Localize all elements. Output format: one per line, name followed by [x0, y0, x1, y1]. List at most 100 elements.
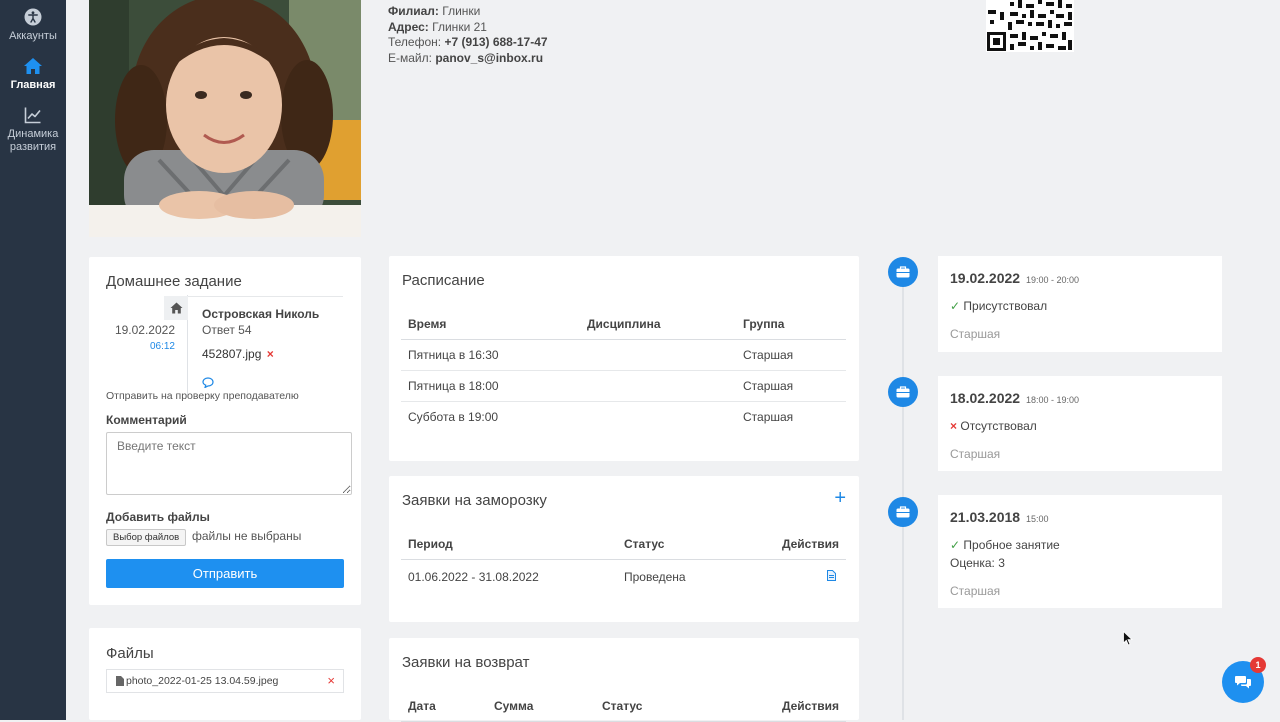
column-header: Действия [703, 691, 846, 722]
choose-files-button[interactable]: Выбор файлов [106, 529, 187, 546]
file-icon [116, 676, 124, 686]
timeline-card: 21.03.2018 15:00 ✓ Пробное занятие Оценк… [938, 495, 1222, 608]
homework-time: 06:12 [149, 341, 175, 352]
cell-discipline [580, 402, 736, 433]
homework-card: Домашнее задание 19.02.2022 06:12 Остров… [89, 257, 361, 605]
status-text: Пробное занятие [963, 538, 1060, 552]
accessibility-icon [24, 8, 42, 26]
chat-icon [1235, 676, 1251, 689]
status-text: Отсутствовал [960, 419, 1037, 433]
chart-line-icon [24, 107, 41, 124]
cell-time: Пятница в 18:00 [401, 370, 580, 402]
homework-date: 19.02.2022 [114, 323, 175, 337]
briefcase-icon [888, 497, 918, 527]
document-icon[interactable] [827, 570, 836, 581]
cell-period: 01.06.2022 - 31.08.2022 [408, 570, 539, 584]
table-row: Пятница в 18:00 Старшая [401, 370, 846, 402]
profile-info: Филиал: Глинки Адрес: Глинки 21 Телефон:… [388, 4, 548, 66]
schedule-card: Расписание Время Дисциплина Группа Пятни… [389, 256, 859, 461]
profile-photo [89, 0, 361, 237]
comment-textarea[interactable] [106, 432, 352, 495]
comment-label: Комментарий [106, 413, 187, 427]
timeline-card: 18.02.2022 18:00 - 19:00 × Отсутствовал … [938, 376, 1222, 471]
freeze-title: Заявки на заморозку [402, 492, 547, 509]
cell-time: Суббота в 19:00 [408, 410, 499, 424]
cell-group: Старшая [736, 339, 846, 371]
table-row: Суббота в 19:00 Старшая [401, 402, 846, 433]
schedule-table: Время Дисциплина Группа Пятница в 16:30 … [401, 309, 846, 432]
sidebar-item-home[interactable]: Главная [0, 57, 66, 92]
file-item: photo_2022-01-25 13.04.59.jpeg × [106, 669, 344, 693]
check-icon: ✓ [950, 299, 961, 313]
sidebar-item-dynamics[interactable]: Динамика развития [0, 106, 66, 154]
lesson-time: 18:00 - 19:00 [1025, 395, 1080, 405]
table-row: Пятница в 16:30 Старшая [401, 339, 846, 371]
column-header: Статус [595, 691, 704, 722]
sidebar-item-label: Главная [10, 79, 56, 91]
sidebar-item-label: Динамика развития [7, 128, 59, 153]
table-row: 01.06.2022 - 31.08.2022 Проведена [401, 560, 846, 595]
mouse-cursor-icon [1123, 631, 1133, 646]
submit-button[interactable]: Отправить [106, 559, 344, 588]
comment-icon[interactable] [202, 377, 214, 388]
phone-row: Телефон: +7 (913) 688-17-47 [388, 35, 548, 49]
attached-file: 452807.jpg × [202, 347, 274, 361]
homework-datetime: 19.02.2022 06:12 [89, 323, 175, 352]
column-header: Дата [401, 691, 487, 722]
address-row: Адрес: Глинки 21 [388, 19, 487, 34]
cell-group: Старшая [743, 410, 794, 424]
freeze-table: Период Статус Действия 01.06.2022 - 31.0… [401, 529, 846, 594]
branch-value: Глинки [442, 4, 481, 18]
lesson-grade: Оценка: 3 [950, 556, 1005, 570]
briefcase-icon [888, 257, 918, 287]
lesson-status: ✓ Пробное занятие [950, 538, 1060, 552]
files-title: Файлы [106, 645, 154, 662]
refund-card: Заявки на возврат Дата Сумма Статус Дейс… [389, 638, 859, 722]
file-name[interactable]: photo_2022-01-25 13.04.59.jpeg [126, 675, 278, 687]
freeze-card: Заявки на заморозку + Период Статус Дейс… [389, 476, 859, 622]
files-card: Файлы photo_2022-01-25 13.04.59.jpeg × [89, 628, 361, 720]
homework-author: Островская Николь [202, 307, 320, 321]
column-header: Действия [735, 529, 846, 560]
column-header: Статус [617, 529, 736, 560]
lesson-time: 15:00 [1025, 514, 1049, 524]
address-value: Глинки 21 [432, 19, 487, 34]
cell-discipline [580, 339, 736, 371]
timeline-card: 19.02.2022 19:00 - 20:00 ✓ Присутствовал… [938, 256, 1222, 352]
refund-title: Заявки на возврат [402, 654, 530, 671]
chat-badge: 1 [1250, 657, 1266, 673]
column-header: Группа [736, 309, 846, 340]
no-files-text: файлы не выбраны [192, 529, 302, 543]
column-header: Время [401, 309, 580, 340]
add-freeze-button[interactable]: + [834, 488, 846, 508]
remove-file-icon[interactable]: × [327, 673, 335, 688]
column-header: Период [401, 529, 617, 560]
status-text: Присутствовал [963, 299, 1048, 313]
email-value: panov_s@inbox.ru [435, 50, 544, 65]
attached-file-name[interactable]: 452807.jpg [202, 347, 261, 361]
column-header: Дисциплина [580, 309, 736, 340]
lesson-group: Старшая [950, 447, 1001, 461]
add-files-label: Добавить файлы [106, 510, 210, 524]
phone-value: +7 (913) 688-17-47 [444, 35, 548, 49]
homework-title: Домашнее задание [106, 273, 242, 290]
qr-code [986, 0, 1074, 52]
cell-actions [735, 560, 846, 595]
lesson-group: Старшая [950, 584, 1001, 598]
send-to-teacher-link[interactable]: Отправить на проверку преподавателю [106, 390, 299, 402]
lesson-group: Старшая [950, 327, 1001, 341]
schedule-title: Расписание [402, 272, 485, 289]
home-icon [164, 296, 188, 320]
lesson-status: ✓ Присутствовал [950, 299, 1047, 313]
sidebar: Аккаунты Главная Динамика развития [0, 0, 66, 720]
lesson-status: × Отсутствовал [950, 419, 1037, 433]
cell-status: Проведена [624, 570, 686, 584]
homework-answer: Ответ 54 [202, 323, 252, 337]
sidebar-item-label: Аккаунты [9, 30, 57, 42]
branch-row: Филиал: Глинки [388, 4, 481, 18]
column-header: Сумма [487, 691, 595, 722]
cell-group: Старшая [736, 370, 846, 402]
remove-file-icon[interactable]: × [267, 347, 274, 361]
sidebar-item-accounts[interactable]: Аккаунты [0, 8, 66, 43]
divider [188, 296, 343, 297]
